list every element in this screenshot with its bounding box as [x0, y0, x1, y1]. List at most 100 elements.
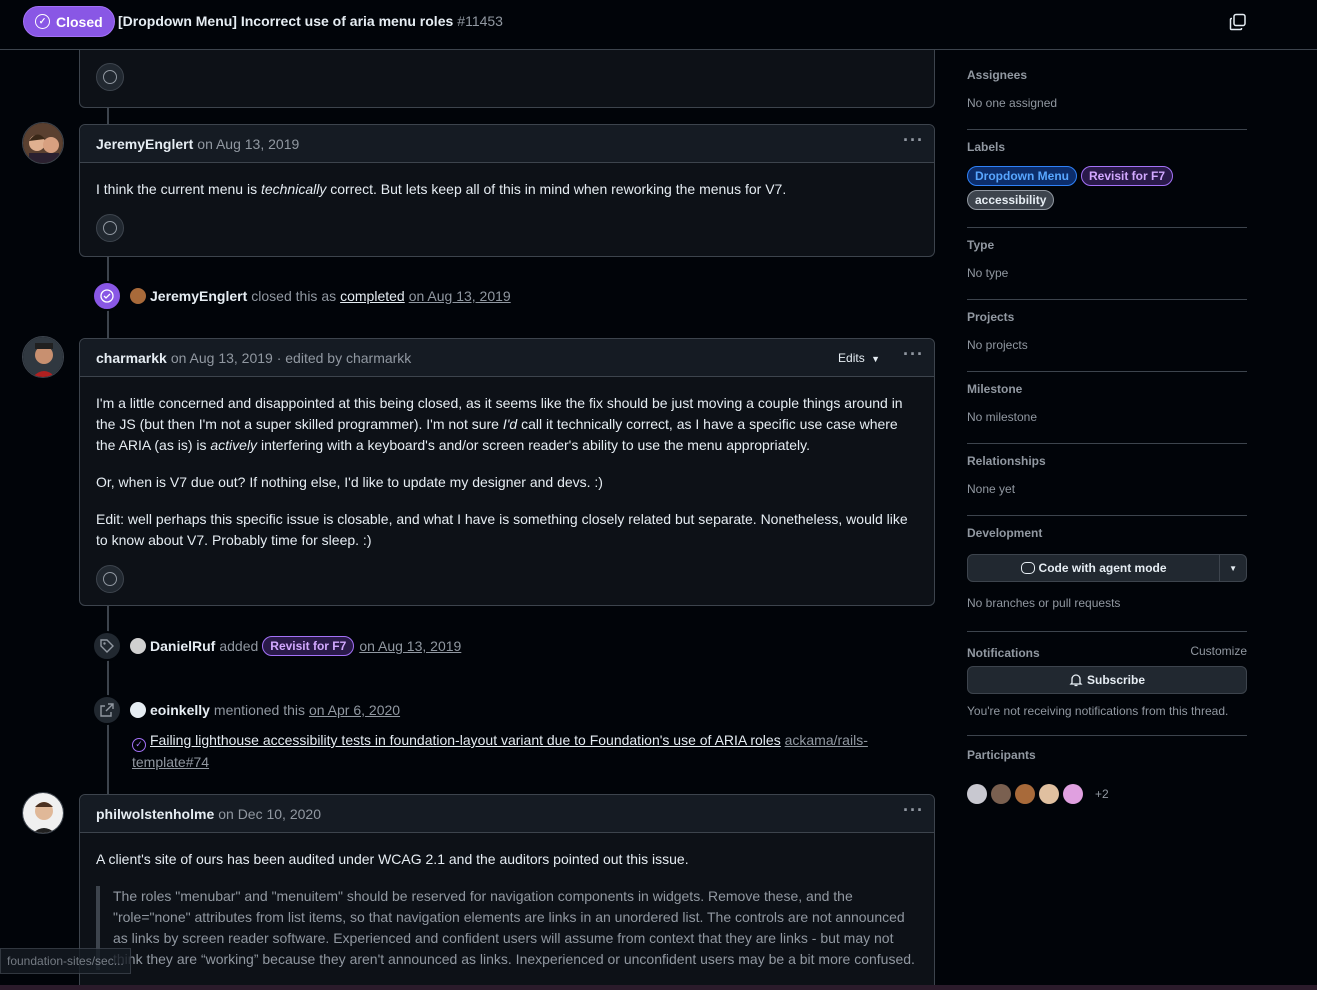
closed-event: JeremyEnglert closed this as completed o…: [92, 281, 511, 311]
subscribe-button[interactable]: Subscribe: [967, 666, 1247, 694]
copilot-icon: [1020, 562, 1035, 574]
button-label: Subscribe: [1086, 673, 1146, 687]
sidebar-assignees: Assignees No one assigned: [967, 60, 1247, 130]
comment-author[interactable]: JeremyEnglert: [96, 136, 193, 152]
comment-paragraph: I'm a little concerned and disappointed …: [96, 393, 918, 456]
sidebar-title: Participants: [967, 748, 1036, 762]
sidebar-value: You're not receiving notifications from …: [967, 704, 1229, 718]
event-date-link[interactable]: on Apr 6, 2020: [309, 702, 400, 718]
smiley-icon: [103, 572, 117, 586]
participant-avatar[interactable]: [1063, 784, 1083, 804]
avatar[interactable]: [22, 122, 64, 164]
kebab-menu-icon[interactable]: ···: [903, 131, 924, 149]
sidebar-development: Development Code with agent mode ▼ No br…: [967, 516, 1247, 632]
sidebar-title[interactable]: Relationships: [967, 454, 1247, 468]
avatar[interactable]: [22, 336, 64, 378]
participant-avatar[interactable]: [991, 784, 1011, 804]
sticky-header: ✓ Closed [Dropdown Menu] Incorrect use o…: [0, 0, 1317, 50]
event-date-link[interactable]: on Aug 13, 2019: [409, 288, 511, 304]
participant-more[interactable]: +2: [1095, 787, 1109, 801]
tag-icon: [92, 631, 122, 661]
add-reaction-button[interactable]: [96, 214, 124, 242]
sidebar-value: No projects: [967, 338, 1028, 352]
label-accessibility[interactable]: accessibility: [967, 190, 1055, 210]
sidebar-title[interactable]: Projects: [967, 310, 1247, 324]
comment-box: charmarkk on Aug 13, 2019 · edited by ch…: [79, 338, 935, 606]
pr-merged-icon: ✓: [132, 738, 146, 752]
participant-avatar[interactable]: [1039, 784, 1059, 804]
edits-dropdown[interactable]: Edits ▼: [838, 351, 880, 365]
blockquote: The roles "menubar" and "menuitem" shoul…: [96, 886, 918, 970]
reference-item: ✓ Failing lighthouse accessibility tests …: [132, 730, 892, 773]
comment-author[interactable]: charmarkk: [96, 350, 167, 366]
check-circle-icon: ✓: [35, 14, 50, 29]
label-dropdown-menu[interactable]: Dropdown Menu: [967, 166, 1077, 186]
add-reaction-button[interactable]: [96, 565, 124, 593]
button-label: Code with agent mode: [1038, 561, 1167, 575]
add-reaction-button[interactable]: [96, 63, 124, 91]
triangle-down-icon: ▼: [871, 354, 880, 364]
event-actor[interactable]: eoinkelly: [150, 702, 210, 718]
participant-list: +2: [967, 784, 1247, 804]
label-revisit-f7[interactable]: Revisit for F7: [1080, 166, 1174, 186]
event-date-link[interactable]: on Aug 13, 2019: [359, 638, 461, 654]
comment-body: I'm a little concerned and disappointed …: [80, 377, 934, 593]
comment-box: JeremyEnglert on Aug 13, 2019 ··· I thin…: [79, 124, 935, 257]
sidebar-notifications: Notifications Customize Subscribe You're…: [967, 632, 1247, 736]
sidebar-title[interactable]: Labels: [967, 140, 1247, 154]
participant-avatar[interactable]: [967, 784, 987, 804]
state-badge: ✓ Closed: [23, 6, 115, 37]
comment-author[interactable]: philwolstenholme: [96, 806, 214, 822]
mentioned-event: eoinkelly mentioned this on Apr 6, 2020: [92, 695, 400, 725]
comment-box: philwolstenholme on Dec 10, 2020 ··· A c…: [79, 794, 935, 990]
sidebar-milestone: Milestone No milestone: [967, 372, 1247, 444]
sidebar-participants: Participants +2: [967, 736, 1247, 804]
emphasis: I'd: [502, 416, 518, 432]
edits-label: Edits: [838, 351, 865, 365]
code-with-agent-button[interactable]: Code with agent mode: [967, 554, 1221, 582]
text: interfering with a keyboard's and/or scr…: [257, 437, 811, 453]
event-text: added: [219, 638, 259, 654]
comment-header: philwolstenholme on Dec 10, 2020 ···: [80, 795, 934, 833]
kebab-menu-icon[interactable]: ···: [903, 345, 924, 363]
sidebar-title[interactable]: Milestone: [967, 382, 1247, 396]
issue-number: #11453: [457, 13, 503, 29]
copy-icon[interactable]: [1229, 13, 1247, 31]
sidebar-projects: Projects No projects: [967, 300, 1247, 372]
sidebar-title[interactable]: Development: [967, 526, 1247, 540]
sidebar-value: No milestone: [967, 410, 1038, 424]
comment-paragraph: A client's site of ours has been audited…: [96, 851, 689, 867]
event-actor[interactable]: DanielRuf: [150, 638, 215, 654]
comment-meta[interactable]: on Aug 13, 2019: [197, 136, 299, 152]
comment-meta[interactable]: on Aug 13, 2019 · edited by charmarkk: [171, 350, 411, 366]
avatar[interactable]: [130, 702, 146, 718]
comment-body: I think the current menu is technically …: [80, 163, 934, 242]
agent-button-group: Code with agent mode ▼: [967, 554, 1247, 582]
comment-paragraph: Or, when is V7 due out? If nothing else,…: [96, 474, 603, 490]
comment-header: JeremyEnglert on Aug 13, 2019 ···: [80, 125, 934, 163]
event-actor[interactable]: JeremyEnglert: [150, 288, 247, 304]
avatar[interactable]: [130, 638, 146, 654]
sidebar-relationships: Relationships None yet: [967, 444, 1247, 516]
timeline-line: [107, 108, 109, 124]
sidebar-title[interactable]: Type: [967, 238, 1247, 252]
event-text: closed this as: [251, 288, 337, 304]
issue-title[interactable]: [Dropdown Menu] Incorrect use of aria me…: [118, 13, 503, 29]
text: correct. But lets keep all of this in mi…: [326, 181, 787, 197]
reference-title[interactable]: Failing lighthouse accessibility tests i…: [150, 732, 781, 748]
customize-link[interactable]: Customize: [1190, 644, 1247, 658]
text: I think the current menu is: [96, 181, 261, 197]
avatar[interactable]: [22, 792, 64, 834]
kebab-menu-icon[interactable]: ···: [903, 801, 924, 819]
avatar[interactable]: [130, 288, 146, 304]
sidebar-type: Type No type: [967, 228, 1247, 300]
event-state-link[interactable]: completed: [340, 288, 405, 304]
participant-avatar[interactable]: [1015, 784, 1035, 804]
comment-meta[interactable]: on Dec 10, 2020: [218, 806, 321, 822]
label-revisit-f7[interactable]: Revisit for F7: [262, 636, 355, 656]
sidebar: Assignees No one assigned Labels Dropdow…: [967, 60, 1247, 804]
sidebar-title[interactable]: Assignees: [967, 68, 1247, 82]
agent-dropdown-button[interactable]: ▼: [1220, 554, 1247, 582]
comment-body: A client's site of ours has been audited…: [80, 833, 934, 970]
issue-title-text: [Dropdown Menu] Incorrect use of aria me…: [118, 13, 454, 29]
